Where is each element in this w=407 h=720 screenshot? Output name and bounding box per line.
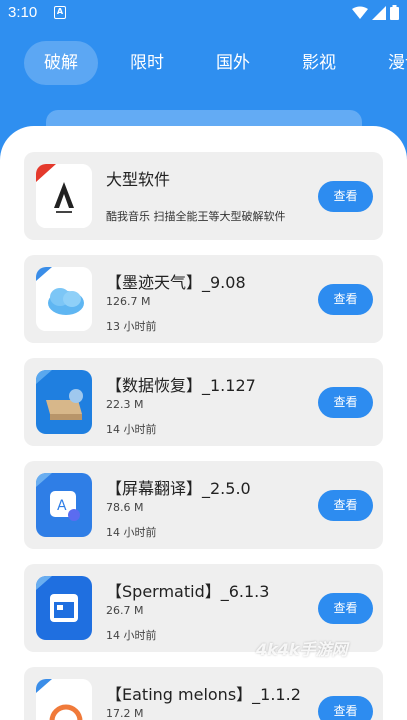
tab-crack[interactable]: 破解: [24, 41, 98, 85]
calendar-icon: [36, 576, 92, 640]
app-size: 17.2 M: [106, 707, 144, 720]
battery-icon: [390, 5, 399, 20]
app-title: 【Spermatid】_6.1.3: [106, 582, 270, 601]
app-time: 14 小时前: [106, 526, 157, 539]
tab-video[interactable]: 影视: [282, 41, 356, 85]
notification-icon: A: [54, 6, 66, 19]
view-button[interactable]: 查看: [318, 387, 373, 418]
melon-icon: [36, 679, 92, 720]
brand-a-logo-icon: [36, 164, 92, 228]
app-title: 【屏幕翻译】_2.5.0: [106, 479, 251, 498]
app-size: 26.7 M: [106, 604, 144, 617]
status-bar: 3:10 A: [0, 0, 407, 26]
tab-comics[interactable]: 漫说: [368, 41, 407, 85]
list-item[interactable]: 大型软件 酷我音乐 扫描全能王等大型破解软件 查看: [24, 152, 383, 240]
list-item[interactable]: 【数据恢复】_1.127 22.3 M 14 小时前 查看: [24, 358, 383, 446]
cloud-icon: [36, 267, 92, 331]
tab-limited[interactable]: 限时: [110, 41, 184, 85]
app-title: 【墨迹天气】_9.08: [106, 273, 246, 292]
app-description: 酷我音乐 扫描全能王等大型破解软件: [106, 210, 286, 223]
status-icons: [352, 5, 399, 20]
svg-text:A: A: [57, 498, 67, 514]
app-time: 14 小时前: [106, 423, 157, 436]
view-button[interactable]: 查看: [318, 490, 373, 521]
app-size: 126.7 M: [106, 295, 151, 308]
app-title: 大型软件: [106, 170, 171, 189]
app-size: 78.6 M: [106, 501, 144, 514]
category-tabs: 破解 限时 国外 影视 漫说: [0, 40, 407, 86]
list-item[interactable]: A 【屏幕翻译】_2.5.0 78.6 M 14 小时前 查看: [24, 461, 383, 549]
app-title: 【Eating melons】_1.1.2: [106, 685, 301, 704]
app-title: 【数据恢复】_1.127: [106, 376, 256, 395]
watermark: 4k4k手游网: [256, 640, 348, 659]
view-button[interactable]: 查看: [318, 181, 373, 212]
view-button[interactable]: 查看: [318, 284, 373, 315]
wifi-icon: [352, 6, 368, 19]
app-time: 13 小时前: [106, 320, 157, 333]
status-time: 3:10: [8, 4, 38, 21]
disk-icon: [36, 370, 92, 434]
list-item[interactable]: 【墨迹天气】_9.08 126.7 M 13 小时前 查看: [24, 255, 383, 343]
app-size: 22.3 M: [106, 398, 144, 411]
signal-icon: [372, 5, 386, 20]
view-button[interactable]: 查看: [318, 593, 373, 624]
app-list-sheet: 大型软件 酷我音乐 扫描全能王等大型破解软件 查看 【墨迹天气】_9.08 12…: [0, 126, 407, 720]
app-time: 14 小时前: [106, 629, 157, 642]
view-button[interactable]: 查看: [318, 696, 373, 720]
list-item[interactable]: 【Eating melons】_1.1.2 17.2 M 查看: [24, 667, 383, 720]
tab-foreign[interactable]: 国外: [196, 41, 270, 85]
translate-icon: A: [36, 473, 92, 537]
